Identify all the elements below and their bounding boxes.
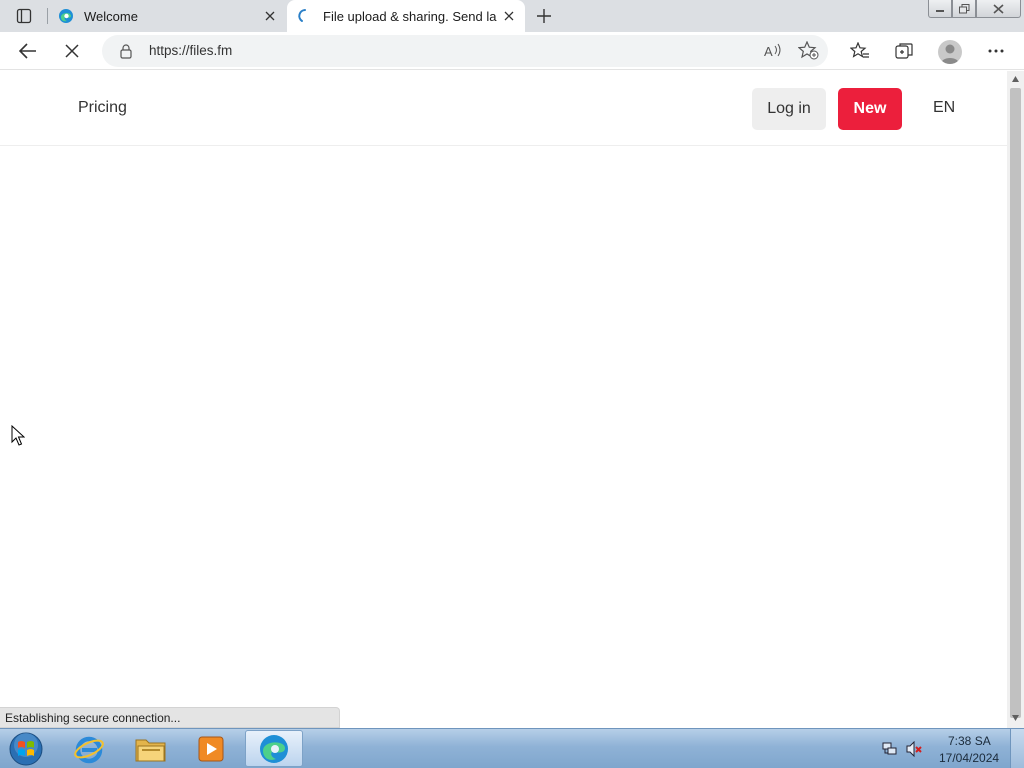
browser-toolbar: https://files.fm A	[0, 32, 1024, 70]
restore-icon	[958, 3, 969, 13]
back-button[interactable]	[14, 37, 42, 65]
language-selector[interactable]: EN	[933, 99, 955, 117]
stop-loading-button[interactable]	[58, 37, 86, 65]
new-button[interactable]: New	[838, 88, 902, 130]
taskbar-internet-explorer[interactable]	[60, 730, 118, 767]
close-icon	[504, 11, 514, 21]
taskbar-media-player[interactable]	[182, 730, 240, 767]
web-page: Pricing Log in New EN	[0, 71, 1007, 728]
person-icon	[941, 44, 959, 64]
mouse-cursor-icon	[11, 425, 25, 446]
close-icon	[993, 3, 1004, 14]
taskbar: 7:38 SA 17/04/2024	[0, 728, 1024, 768]
taskbar-edge[interactable]	[245, 730, 303, 767]
back-arrow-icon	[19, 43, 36, 59]
edge-favicon-icon	[59, 9, 73, 23]
loading-spinner-icon	[298, 9, 306, 22]
close-tab-button[interactable]	[497, 4, 521, 28]
tab-files-fm[interactable]: File upload & sharing. Send large files	[287, 0, 525, 32]
svg-text:A: A	[764, 44, 773, 59]
scrollbar-thumb[interactable]	[1010, 88, 1021, 718]
tab-title: File upload & sharing. Send large files	[323, 8, 497, 24]
pricing-link[interactable]: Pricing	[78, 99, 127, 117]
minimize-icon	[936, 9, 944, 12]
tab-actions-icon	[16, 8, 32, 24]
windows-orb-icon	[9, 732, 43, 766]
settings-more-button[interactable]	[982, 37, 1010, 65]
show-desktop-button[interactable]	[1010, 729, 1024, 768]
tab-welcome[interactable]: Welcome	[48, 0, 286, 32]
login-button[interactable]: Log in	[752, 88, 826, 130]
stop-icon	[65, 44, 79, 58]
collections-button[interactable]	[890, 37, 918, 65]
taskbar-file-explorer[interactable]	[122, 730, 180, 767]
site-header: Pricing Log in New EN	[0, 71, 1007, 146]
profile-avatar[interactable]	[938, 40, 962, 64]
lock-icon[interactable]	[118, 43, 134, 59]
minimize-button[interactable]	[928, 0, 952, 18]
tab-actions-button[interactable]	[8, 4, 40, 28]
restore-button[interactable]	[952, 0, 976, 18]
network-icon[interactable]	[882, 741, 898, 757]
add-favorite-icon[interactable]	[798, 41, 820, 61]
favorites-icon	[850, 42, 869, 58]
close-icon	[265, 11, 275, 21]
clock-time[interactable]: 7:38 SA	[948, 734, 991, 748]
url-text[interactable]: https://files.fm	[149, 43, 232, 58]
favorites-button[interactable]	[846, 37, 874, 65]
more-dots-icon	[988, 49, 1004, 53]
edge-icon	[260, 734, 288, 763]
address-bar[interactable]: https://files.fm A	[102, 35, 828, 67]
volume-muted-icon[interactable]	[906, 741, 924, 757]
window-close-button[interactable]	[976, 0, 1021, 18]
scroll-up-arrow-icon[interactable]	[1011, 75, 1020, 83]
internet-explorer-icon	[74, 736, 104, 763]
start-button[interactable]	[6, 731, 46, 767]
file-explorer-icon	[135, 739, 166, 761]
read-aloud-icon[interactable]: A	[762, 41, 784, 61]
collections-icon	[895, 43, 913, 59]
plus-icon	[537, 9, 551, 23]
clock-date[interactable]: 17/04/2024	[939, 751, 999, 765]
scroll-down-arrow-icon[interactable]	[1011, 714, 1020, 722]
media-player-icon	[198, 736, 224, 761]
page-scrollbar[interactable]	[1007, 71, 1024, 728]
status-bar: Establishing secure connection...	[0, 707, 340, 728]
new-tab-button[interactable]	[532, 4, 556, 28]
tab-title: Welcome	[84, 8, 138, 24]
close-tab-button[interactable]	[258, 4, 282, 28]
tab-strip: Welcome File upload & sharing. Send larg…	[0, 0, 1024, 32]
